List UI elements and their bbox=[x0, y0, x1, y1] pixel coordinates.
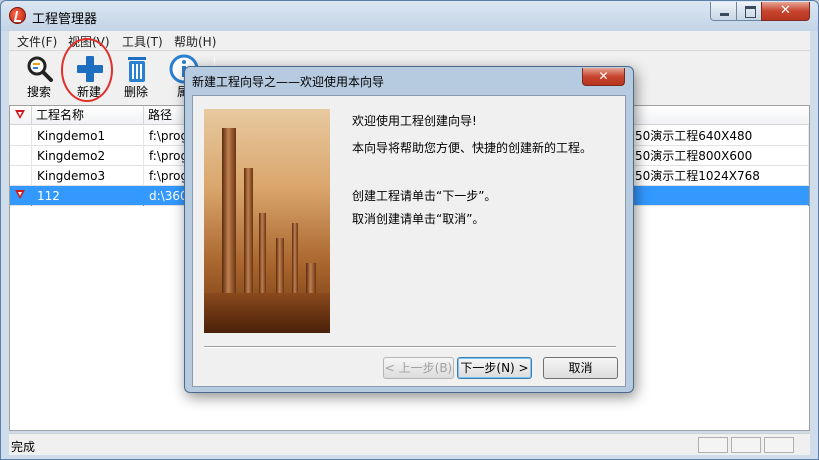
row-description: 50演示工程640X480 bbox=[624, 126, 809, 146]
welcome-message: 欢迎使用工程创建向导! bbox=[352, 114, 477, 128]
status-pane bbox=[764, 437, 794, 453]
search-icon bbox=[27, 56, 53, 82]
row-flag-cell bbox=[10, 126, 32, 146]
refinery-image bbox=[204, 109, 330, 333]
row-project-name: Kingdemo3 bbox=[32, 166, 144, 186]
window-title: 工程管理器 bbox=[32, 12, 98, 27]
row-flag-cell bbox=[10, 166, 32, 186]
annotation-circle bbox=[61, 38, 113, 102]
header-flag-column[interactable] bbox=[10, 106, 32, 125]
trash-icon bbox=[128, 57, 146, 82]
dialog-close-button[interactable]: ✕ bbox=[582, 68, 625, 86]
delete-button[interactable]: 删除 bbox=[114, 51, 158, 105]
dialog-divider bbox=[204, 346, 616, 348]
row-description bbox=[624, 186, 809, 206]
new-project-wizard-dialog: 新建工程向导之——欢迎使用本向导 ✕ 欢迎使用工程创建向导! 本向导将帮助您方便… bbox=[184, 66, 634, 393]
close-button[interactable]: ✕ bbox=[761, 2, 810, 21]
current-project-flag-icon bbox=[15, 190, 25, 199]
search-label: 搜索 bbox=[26, 85, 51, 99]
search-button[interactable]: 搜索 bbox=[17, 51, 61, 105]
next-button[interactable]: 下一步(N) > bbox=[457, 357, 532, 379]
minimize-button[interactable] bbox=[710, 2, 737, 21]
header-project-name[interactable]: 工程名称 bbox=[32, 106, 144, 125]
menu-help[interactable]: 帮助(H) bbox=[174, 33, 216, 50]
dialog-title: 新建工程向导之——欢迎使用本向导 bbox=[192, 75, 385, 89]
delete-label: 删除 bbox=[123, 85, 148, 99]
status-text: 完成 bbox=[11, 440, 36, 454]
menu-bar: 文件(F) 视图(V) 工具(T) 帮助(H) bbox=[9, 31, 810, 51]
next-instruction: 创建工程请单击“下一步”。 bbox=[352, 189, 497, 203]
row-project-name: 112 bbox=[32, 186, 144, 206]
row-project-name: Kingdemo2 bbox=[32, 146, 144, 166]
title-bar[interactable]: 工程管理器 ✕ bbox=[1, 1, 818, 31]
status-bar: 完成 bbox=[9, 433, 810, 455]
cancel-button[interactable]: 取消 bbox=[543, 357, 618, 379]
menu-tools[interactable]: 工具(T) bbox=[122, 33, 163, 50]
row-description: 50演示工程1024X768 bbox=[624, 166, 809, 186]
row-flag-cell bbox=[10, 146, 32, 166]
maximize-button[interactable] bbox=[736, 2, 762, 21]
close-icon: ✕ bbox=[780, 3, 791, 18]
status-pane bbox=[731, 437, 761, 453]
menu-file[interactable]: 文件(F) bbox=[17, 33, 57, 50]
row-description: 50演示工程800X600 bbox=[624, 146, 809, 166]
flag-icon bbox=[15, 110, 25, 119]
dialog-body: 欢迎使用工程创建向导! 本向导将帮助您方便、快捷的创建新的工程。 创建工程请单击… bbox=[192, 95, 626, 387]
back-button[interactable]: < 上一步(B) bbox=[383, 357, 454, 379]
status-pane bbox=[698, 437, 728, 453]
row-flag-cell bbox=[10, 186, 32, 206]
row-project-name: Kingdemo1 bbox=[32, 126, 144, 146]
intro-message: 本向导将帮助您方便、快捷的创建新的工程。 bbox=[352, 141, 593, 155]
close-icon: ✕ bbox=[598, 69, 609, 83]
cancel-instruction: 取消创建请单击“取消”。 bbox=[352, 212, 485, 226]
ground-shape bbox=[204, 293, 330, 333]
app-logo-icon bbox=[9, 7, 26, 24]
